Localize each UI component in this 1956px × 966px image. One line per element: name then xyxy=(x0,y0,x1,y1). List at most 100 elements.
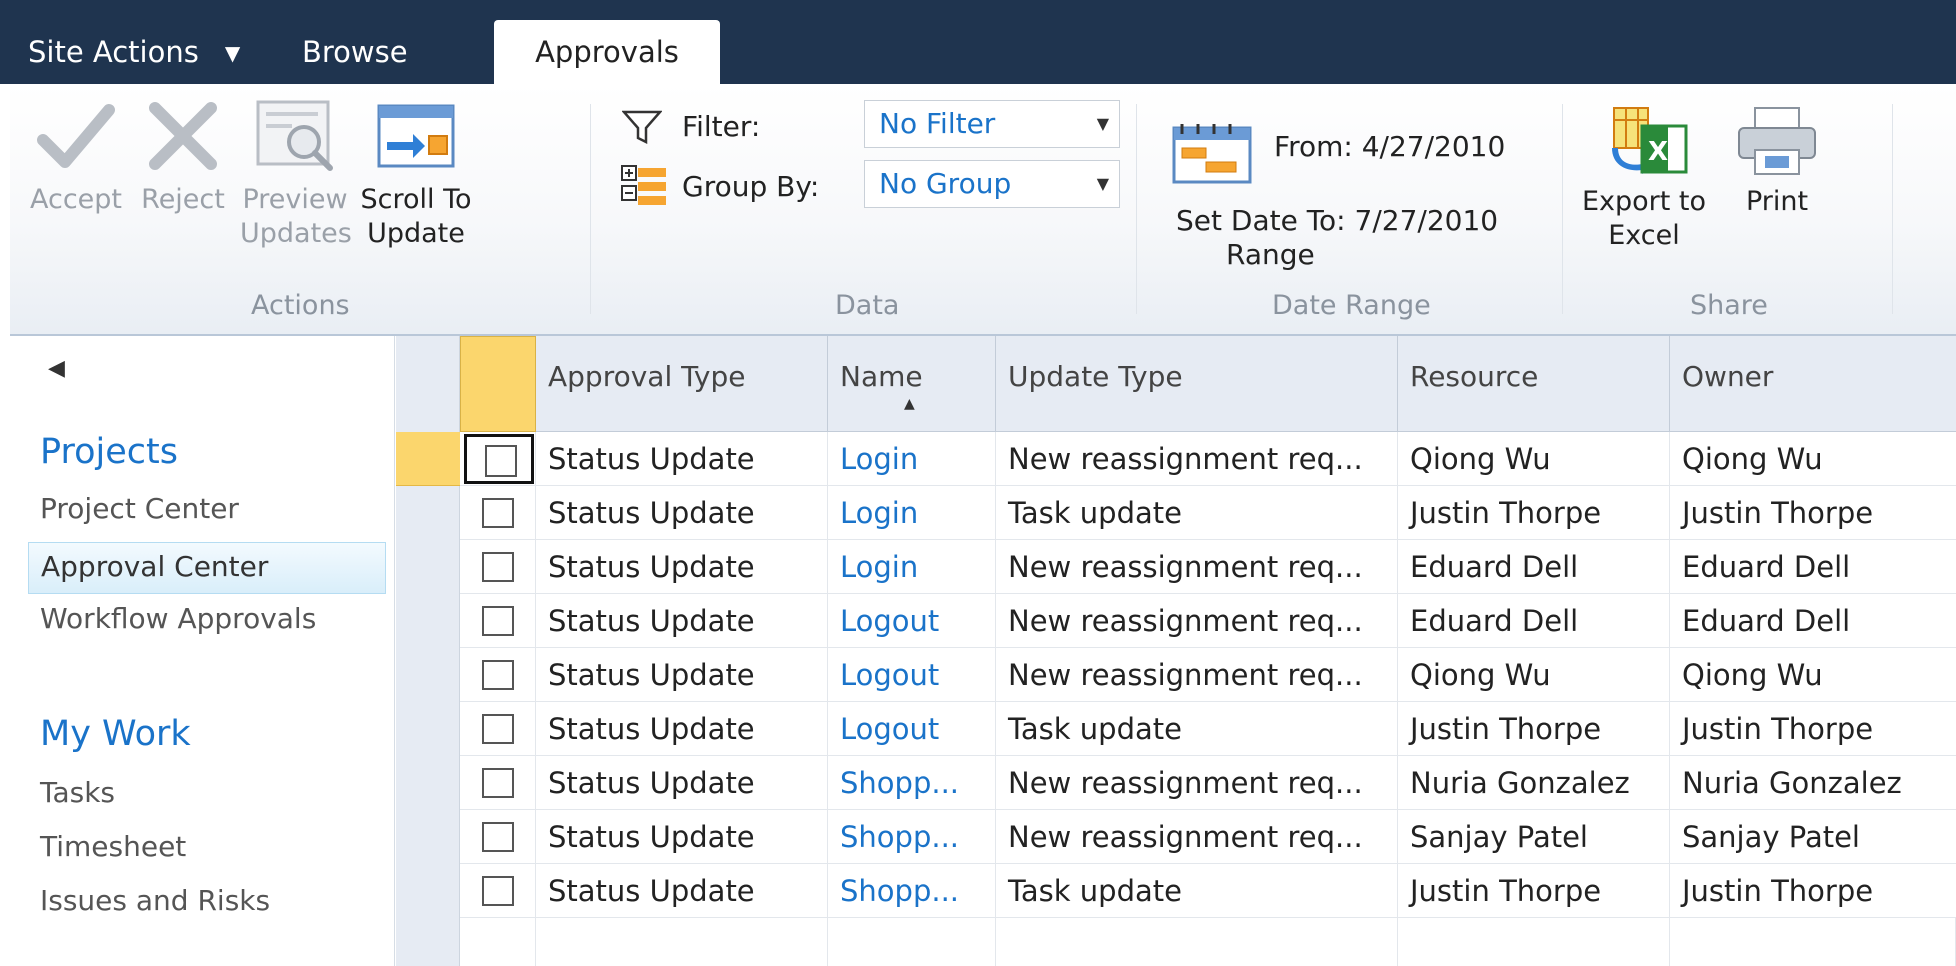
cell-approval-type: Status Update xyxy=(536,594,828,648)
select-all-header[interactable] xyxy=(460,336,536,432)
table-row[interactable]: Status Update Login New reassignment req..… xyxy=(460,432,1956,486)
row-checkbox[interactable] xyxy=(482,498,514,528)
row-checkbox[interactable] xyxy=(482,822,514,852)
site-actions-label: Site Actions xyxy=(28,35,199,69)
table-row[interactable]: Status Update Logout New reassignment req.… xyxy=(460,594,1956,648)
table-row[interactable]: Status Update Login Task update Justin Thor… xyxy=(460,486,1956,540)
cell-resource: Eduard Dell xyxy=(1398,594,1670,648)
empty-cell xyxy=(536,918,828,966)
cell-update-type: New reassignment req... xyxy=(996,540,1398,594)
cell-checkbox xyxy=(460,486,536,540)
cell-approval-type: Status Update xyxy=(536,432,828,486)
cell-checkbox xyxy=(460,432,536,486)
row-checkbox[interactable] xyxy=(482,660,514,690)
checkmark-icon xyxy=(37,104,115,168)
collapse-arrow-icon[interactable]: ◀ xyxy=(48,356,65,381)
cell-resource: Eduard Dell xyxy=(1398,540,1670,594)
cell-approval-type: Status Update xyxy=(536,702,828,756)
row-checkbox[interactable] xyxy=(482,768,514,798)
cell-name[interactable]: Login xyxy=(828,540,996,594)
nav-heading-projects[interactable]: Projects xyxy=(40,432,178,472)
column-header-approval-type[interactable]: Approval Type xyxy=(536,336,828,432)
scroll-to-task-icon xyxy=(377,104,455,168)
print-button[interactable]: Print xyxy=(1732,106,1822,219)
row-checkbox[interactable] xyxy=(464,434,534,484)
cell-name[interactable]: Logout xyxy=(828,648,996,702)
data-group-label: Data xyxy=(835,290,900,321)
group-by-icon xyxy=(621,165,666,205)
reject-label: Reject xyxy=(141,184,225,215)
column-header-label: Name xyxy=(840,360,923,393)
nav-item-approval-center[interactable]: Approval Center xyxy=(28,542,386,594)
row-checkbox[interactable] xyxy=(482,876,514,906)
column-header-owner[interactable]: Owner xyxy=(1670,336,1956,432)
reject-button[interactable]: Reject xyxy=(138,98,228,217)
date-range-range-label: Range xyxy=(1226,238,1315,271)
cell-owner: Justin Thorpe xyxy=(1682,874,1874,908)
cell-resource: Justin Thorpe xyxy=(1398,702,1670,756)
nav-item-tasks[interactable]: Tasks xyxy=(40,776,115,809)
cell-name[interactable]: Login xyxy=(828,432,996,486)
tab-approvals[interactable]: Approvals xyxy=(494,20,720,84)
column-header-resource[interactable]: Resource xyxy=(1398,336,1670,432)
share-group-label: Share xyxy=(1690,290,1768,321)
calendar-icon xyxy=(1172,124,1252,184)
column-header-label: Resource xyxy=(1410,360,1539,393)
cell-approval-type: Status Update xyxy=(536,864,828,918)
filter-value: No Filter xyxy=(879,107,996,140)
cell-name[interactable]: Logout xyxy=(828,594,996,648)
column-header-name[interactable]: Name ▲ xyxy=(828,336,996,432)
nav-item-issues-and-risks[interactable]: Issues and Risks xyxy=(40,884,270,917)
cell-name[interactable]: Shopp... xyxy=(828,756,996,810)
table-row[interactable]: Status Update Shopp... New reassignment re… xyxy=(460,810,1956,864)
ribbon-divider xyxy=(1136,104,1137,314)
nav-item-project-center[interactable]: Project Center xyxy=(40,492,239,525)
filter-label: Filter: xyxy=(682,110,761,143)
cell-update-type: New reassignment req... xyxy=(996,594,1398,648)
export-to-excel-label: Export to Excel xyxy=(1581,186,1707,251)
date-range-from: From: 4/27/2010 xyxy=(1274,130,1506,163)
row-checkbox[interactable] xyxy=(482,606,514,636)
column-header-label: Approval Type xyxy=(548,360,746,393)
nav-item-workflow-approvals[interactable]: Workflow Approvals xyxy=(40,602,316,635)
cell-resource: Qiong Wu xyxy=(1398,648,1670,702)
table-row[interactable]: Status Update Logout New reassignment req.… xyxy=(460,648,1956,702)
empty-cell xyxy=(996,918,1398,966)
left-nav: ◀ Projects Project Center Approval Cente… xyxy=(10,336,395,966)
cell-owner: Justin Thorpe xyxy=(1682,496,1874,530)
cell-name[interactable]: Login xyxy=(828,486,996,540)
preview-updates-button[interactable]: Preview Updates xyxy=(240,98,352,251)
cell-owner: Sanjay Patel xyxy=(1682,820,1860,854)
nav-heading-my-work[interactable]: My Work xyxy=(40,714,191,754)
selected-row-indicator[interactable] xyxy=(396,432,460,486)
cell-name[interactable]: Shopp... xyxy=(828,864,996,918)
table-row[interactable]: Status Update Shopp... Task update Justin T… xyxy=(460,864,1956,918)
column-header-label: Update Type xyxy=(1008,360,1183,393)
filter-dropdown[interactable]: No Filter ▼ xyxy=(864,100,1120,148)
tab-browse[interactable]: Browse xyxy=(302,20,408,84)
scroll-to-update-label: Scroll To Update xyxy=(360,184,472,249)
table-row[interactable]: Status Update Login New reassignment req..… xyxy=(460,540,1956,594)
cell-name[interactable]: Shopp... xyxy=(828,810,996,864)
cell-name[interactable]: Logout xyxy=(828,702,996,756)
accept-button[interactable]: Accept xyxy=(30,98,122,217)
cell-owner: Qiong Wu xyxy=(1682,442,1823,476)
row-checkbox[interactable] xyxy=(482,552,514,582)
cell-resource: Justin Thorpe xyxy=(1398,864,1670,918)
nav-item-timesheet[interactable]: Timesheet xyxy=(40,830,186,863)
ribbon-divider xyxy=(1562,104,1563,314)
table-row[interactable]: Status Update Shopp... New reassignment re… xyxy=(460,756,1956,810)
scroll-to-update-button[interactable]: Scroll To Update xyxy=(356,98,476,251)
cell-checkbox xyxy=(460,864,536,918)
table-row[interactable]: Status Update Logout Task update Justin Tho… xyxy=(460,702,1956,756)
column-header-update-type[interactable]: Update Type xyxy=(996,336,1398,432)
site-actions-menu[interactable]: Site Actions ▼ xyxy=(28,20,240,84)
cell-checkbox xyxy=(460,594,536,648)
group-by-label: Group By: xyxy=(682,170,820,203)
row-checkbox[interactable] xyxy=(482,714,514,744)
cell-update-type: New reassignment req... xyxy=(996,648,1398,702)
group-by-dropdown[interactable]: No Group ▼ xyxy=(864,160,1120,208)
ribbon: Accept Reject Preview Updates Scroll To … xyxy=(10,84,1956,336)
export-to-excel-button[interactable]: X Export to Excel xyxy=(1576,106,1712,253)
set-date-range-button[interactable]: Set Date To: 7/27/2010 Range xyxy=(1176,204,1506,272)
